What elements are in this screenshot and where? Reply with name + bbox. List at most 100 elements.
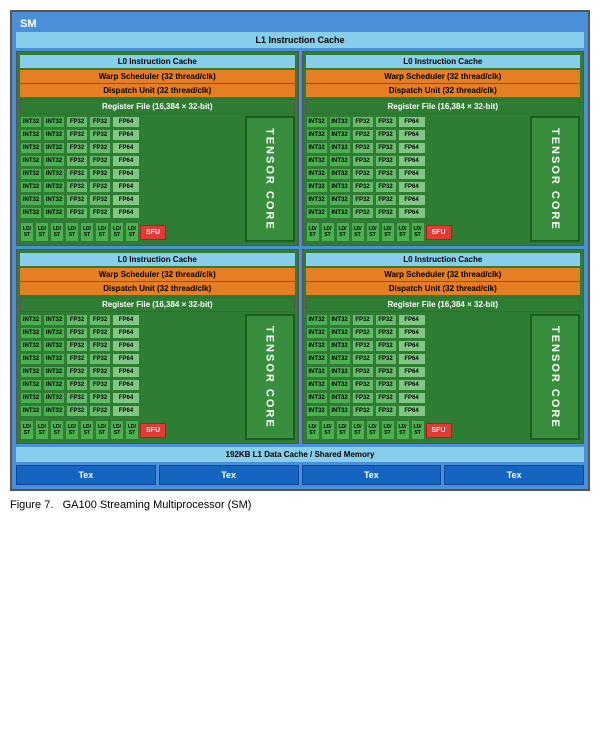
sfu-cell-q1: SFU	[140, 225, 166, 240]
fp32-cell: FP32	[352, 405, 374, 417]
fp64-cell: FP64	[112, 340, 140, 352]
fp32-cell: FP32	[352, 366, 374, 378]
fp64-cell: FP64	[112, 181, 140, 193]
tex-cell-2: Tex	[159, 465, 299, 485]
ld-st-cell: LD/ST	[80, 222, 94, 242]
fp64-cell: FP64	[398, 194, 426, 206]
bottom-row-q2: LD/STLD/STLD/STLD/STLD/STLD/STLD/STLD/ST…	[306, 222, 529, 242]
fp32-cell: FP32	[66, 392, 88, 404]
int32-cell: INT32	[306, 340, 328, 352]
fp32-cell: FP32	[352, 129, 374, 141]
quadrant-4: L0 Instruction CacheWarp Scheduler (32 t…	[302, 249, 585, 444]
int32-cell: INT32	[306, 142, 328, 154]
unit-row-q3-r4: INT32INT32FP32FP32FP64	[20, 353, 243, 365]
fp32-cell: FP32	[375, 142, 397, 154]
left-units-q4: INT32INT32FP32FP32FP64INT32INT32FP32FP32…	[306, 314, 529, 440]
fp64-cell: FP64	[398, 168, 426, 180]
int32-cell: INT32	[329, 116, 351, 128]
fp32-cell: FP32	[352, 155, 374, 167]
int32-cell: INT32	[43, 129, 65, 141]
int32-cell: INT32	[306, 366, 328, 378]
bottom-row-q3: LD/STLD/STLD/STLD/STLD/STLD/STLD/STLD/ST…	[20, 420, 243, 440]
int32-cell: INT32	[306, 168, 328, 180]
l0-cache-q3: L0 Instruction Cache	[20, 253, 295, 266]
ld-st-cell: LD/ST	[125, 222, 139, 242]
tex-cell-4: Tex	[444, 465, 584, 485]
dispatch-unit-q3: Dispatch Unit (32 thread/clk)	[20, 282, 295, 295]
ld-st-cell: LD/ST	[396, 420, 410, 440]
fp32-cell: FP32	[352, 168, 374, 180]
int32-cell: INT32	[43, 379, 65, 391]
int32-cell: INT32	[306, 405, 328, 417]
unit-row-q2-r5: INT32INT32FP32FP32FP64	[306, 168, 529, 180]
fp64-cell: FP64	[112, 129, 140, 141]
fp32-cell: FP32	[89, 392, 111, 404]
ld-st-cell: LD/ST	[50, 420, 64, 440]
dispatch-unit-q2: Dispatch Unit (32 thread/clk)	[306, 84, 581, 97]
fp32-cell: FP32	[66, 194, 88, 206]
fp32-cell: FP32	[89, 340, 111, 352]
fp64-cell: FP64	[112, 142, 140, 154]
fp64-cell: FP64	[398, 340, 426, 352]
unit-row-q1-r7: INT32INT32FP32FP32FP64	[20, 194, 243, 206]
int32-cell: INT32	[43, 340, 65, 352]
ld-st-cell: LD/ST	[321, 420, 335, 440]
fp64-cell: FP64	[398, 207, 426, 219]
fp32-cell: FP32	[66, 314, 88, 326]
int32-cell: INT32	[20, 379, 42, 391]
figure-caption: Figure 7. GA100 Streaming Multiprocessor…	[10, 499, 590, 511]
l0-cache-q2: L0 Instruction Cache	[306, 55, 581, 68]
int32-cell: INT32	[329, 155, 351, 167]
fp32-cell: FP32	[89, 366, 111, 378]
int32-cell: INT32	[306, 207, 328, 219]
unit-row-q2-r6: INT32INT32FP32FP32FP64	[306, 181, 529, 193]
sm-container: SM L1 Instruction Cache L0 Instruction C…	[10, 10, 590, 491]
fp32-cell: FP32	[89, 129, 111, 141]
int32-cell: INT32	[306, 327, 328, 339]
fp32-cell: FP32	[89, 142, 111, 154]
fp32-cell: FP32	[352, 181, 374, 193]
int32-cell: INT32	[329, 207, 351, 219]
left-units-q2: INT32INT32FP32FP32FP64INT32INT32FP32FP32…	[306, 116, 529, 242]
fp32-cell: FP32	[352, 116, 374, 128]
register-file-q3: Register File (16,384 × 32-bit)	[20, 297, 295, 312]
warp-scheduler-q3: Warp Scheduler (32 thread/clk)	[20, 268, 295, 281]
ld-st-cell: LD/ST	[321, 222, 335, 242]
fp32-cell: FP32	[66, 168, 88, 180]
quadrant-1: L0 Instruction CacheWarp Scheduler (32 t…	[16, 51, 299, 246]
int32-cell: INT32	[329, 392, 351, 404]
unit-row-q3-r5: INT32INT32FP32FP32FP64	[20, 366, 243, 378]
fp32-cell: FP32	[66, 142, 88, 154]
bottom-row-q1: LD/STLD/STLD/STLD/STLD/STLD/STLD/STLD/ST…	[20, 222, 243, 242]
fp64-cell: FP64	[112, 314, 140, 326]
dispatch-unit-q4: Dispatch Unit (32 thread/clk)	[306, 282, 581, 295]
fp64-cell: FP64	[398, 181, 426, 193]
int32-cell: INT32	[20, 194, 42, 206]
fp32-cell: FP32	[375, 129, 397, 141]
fp32-cell: FP32	[375, 314, 397, 326]
fp32-cell: FP32	[66, 379, 88, 391]
warp-scheduler-q4: Warp Scheduler (32 thread/clk)	[306, 268, 581, 281]
unit-row-q2-r7: INT32INT32FP32FP32FP64	[306, 194, 529, 206]
ld-st-cell: LD/ST	[20, 222, 34, 242]
tex-cell-3: Tex	[302, 465, 442, 485]
fp32-cell: FP32	[375, 353, 397, 365]
int32-cell: INT32	[43, 194, 65, 206]
quadrant-3: L0 Instruction Cache Warp Scheduler (32 t…	[16, 249, 299, 444]
fp64-cell: FP64	[398, 129, 426, 141]
fp64-cell: FP64	[398, 116, 426, 128]
register-file-q2: Register File (16,384 × 32-bit)	[306, 99, 581, 114]
sfu-cell-q2: SFU	[426, 225, 452, 240]
unit-row-q2-r2: INT32INT32FP32FP32FP64	[306, 129, 529, 141]
shared-memory-bar: 192KB L1 Data Cache / Shared Memory	[16, 447, 584, 462]
fp32-cell: FP32	[66, 327, 88, 339]
int32-cell: INT32	[20, 116, 42, 128]
int32-cell: INT32	[20, 168, 42, 180]
fp32-cell: FP32	[89, 181, 111, 193]
fp64-cell: FP64	[112, 207, 140, 219]
fp64-cell: FP64	[112, 379, 140, 391]
int32-cell: INT32	[43, 405, 65, 417]
ld-st-cell: LD/ST	[65, 420, 79, 440]
unit-row-q2-r1: INT32INT32FP32FP32FP64	[306, 116, 529, 128]
fp32-cell: FP32	[375, 116, 397, 128]
